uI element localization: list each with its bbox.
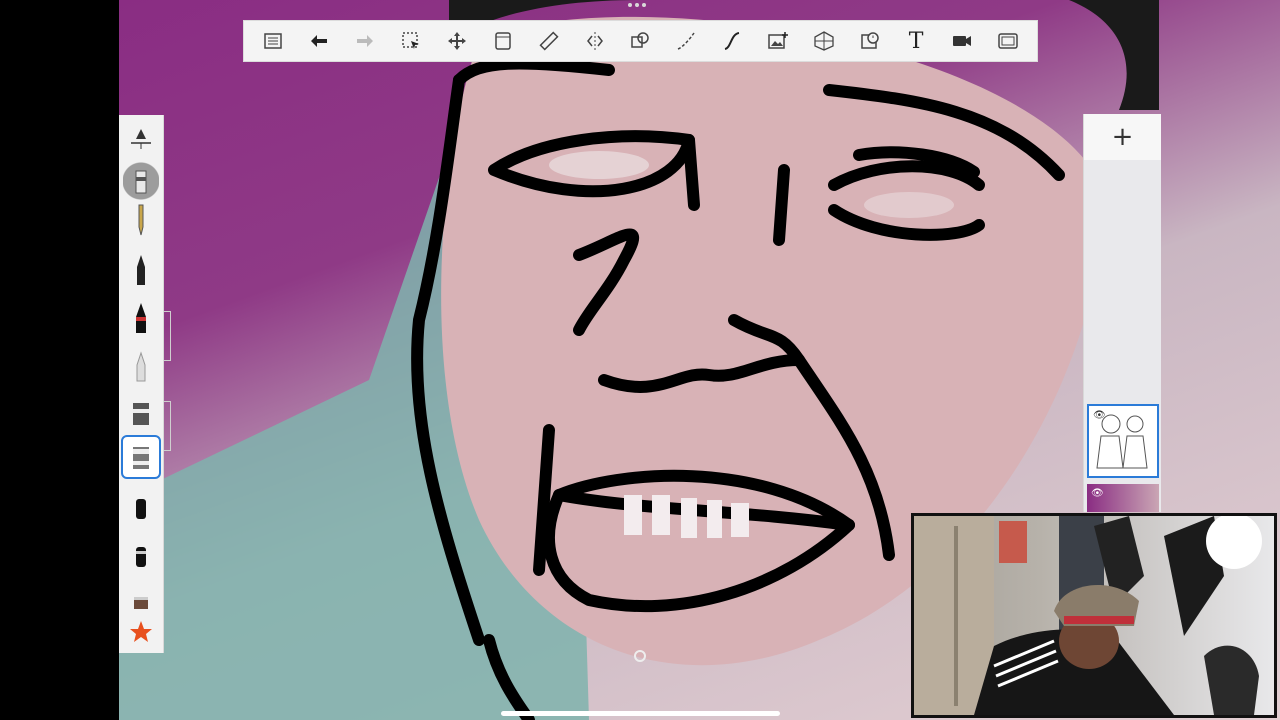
curve-icon[interactable] (669, 24, 703, 58)
chisel-marker-icon[interactable] (123, 487, 159, 527)
brush-size-slider-icon[interactable] (123, 121, 159, 161)
eye-icon[interactable]: 👁 (1093, 410, 1106, 421)
add-layer-button[interactable]: + (1084, 114, 1161, 160)
record-icon[interactable] (945, 24, 979, 58)
toolbar-grip[interactable] (628, 3, 652, 11)
perspective-grid-icon[interactable] (807, 24, 841, 58)
top-toolbar: T (243, 20, 1038, 62)
layer-panel: + 👁 👁 (1083, 114, 1161, 512)
list-icon[interactable] (256, 24, 290, 58)
layer-thumbnail-2[interactable]: 👁 (1087, 484, 1159, 512)
text-tool-label: T (908, 28, 924, 54)
fullscreen-icon[interactable] (991, 24, 1025, 58)
recenter-icon[interactable] (634, 650, 646, 662)
paint-brush-icon[interactable] (123, 393, 159, 433)
timelapse-icon[interactable] (853, 24, 887, 58)
pencil-brush-icon[interactable] (123, 161, 159, 201)
felt-tip-icon[interactable] (121, 435, 161, 479)
undo-icon[interactable] (302, 24, 336, 58)
redo-icon[interactable] (348, 24, 382, 58)
ink-pen-icon[interactable] (123, 249, 159, 289)
pencil-tip-icon[interactable] (123, 201, 159, 241)
marker-icon[interactable] (123, 297, 159, 337)
home-indicator[interactable] (501, 711, 780, 716)
opacity-slider-handle[interactable] (164, 401, 171, 451)
add-image-icon[interactable] (761, 24, 795, 58)
star-icon[interactable] (123, 611, 159, 651)
brush-slider-handle[interactable] (164, 311, 171, 361)
blender-icon[interactable] (123, 535, 159, 575)
s-curve-icon[interactable] (715, 24, 749, 58)
airbrush-icon[interactable] (123, 345, 159, 385)
shapes-icon[interactable] (623, 24, 657, 58)
layer-thumbnail-1[interactable]: 👁 (1087, 404, 1159, 478)
eye-icon[interactable]: 👁 (1091, 488, 1104, 499)
layer-icon[interactable] (486, 24, 520, 58)
brush-palette (119, 115, 164, 653)
text-icon[interactable]: T (899, 24, 933, 58)
ruler-icon[interactable] (532, 24, 566, 58)
webcam-video (914, 516, 1262, 715)
symmetry-icon[interactable] (578, 24, 612, 58)
move-icon[interactable] (440, 24, 474, 58)
select-icon[interactable] (394, 24, 428, 58)
webcam-overlay (911, 513, 1277, 718)
